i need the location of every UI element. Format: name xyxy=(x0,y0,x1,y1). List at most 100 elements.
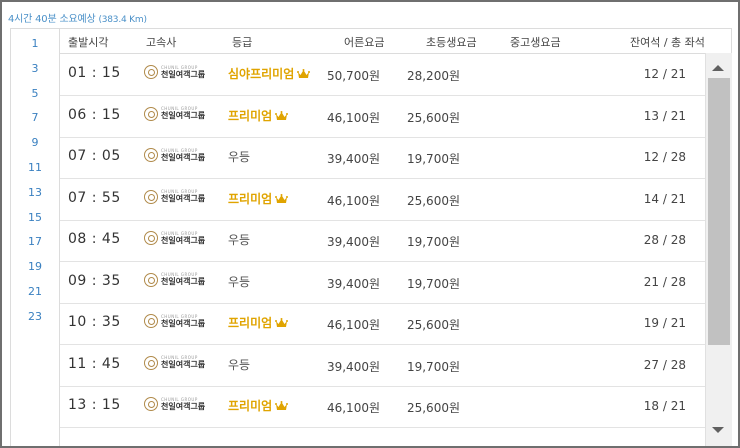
departure-time: 09 : 35 xyxy=(68,272,121,289)
table-row[interactable]: 01 : 15 CHUNIL GROUP 천일여객그룹 심야프리미엄 50,700원 28… xyxy=(60,54,706,96)
page-number-link[interactable]: 7 xyxy=(11,111,59,124)
company-logo: CHUNIL GROUP 천일여객그룹 xyxy=(144,272,206,287)
seat-availability: 19 / 21 xyxy=(643,316,686,330)
company-name-ko: 천일여객그룹 xyxy=(161,277,206,286)
table-row[interactable]: 07 : 05 CHUNIL GROUP 천일여객그룹 우등 39,400원 19,700… xyxy=(60,137,706,179)
grade-text: 심야프리미엄 xyxy=(228,67,295,81)
grade-label: 프리미엄 xyxy=(228,107,289,124)
company-logo: CHUNIL GROUP 천일여객그룹 xyxy=(144,397,205,411)
company-name-ko: 천일여객그룹 xyxy=(161,360,206,369)
seat-availability: 12 / 21 xyxy=(643,67,686,81)
child-fare: 19,700원 xyxy=(406,359,460,374)
company-seal-icon xyxy=(144,189,158,204)
company-name-ko: 천일여객그룹 xyxy=(161,152,206,162)
grade-text: 우등 xyxy=(228,150,251,164)
table-row[interactable]: 07 : 55 CHUNIL GROUP 천일여객그룹 프리미엄 46,100원 25,6… xyxy=(60,179,706,221)
table-row[interactable]: 06 : 15 CHUNIL GROUP 천일여객그룹 프리미엄 46,100원 25,6… xyxy=(60,96,706,138)
company-logo: CHUNIL GROUP 천일여객그룹 xyxy=(144,148,205,162)
departure-time: 06 : 15 xyxy=(68,106,121,123)
table-row[interactable]: 08 : 45 CHUNIL GROUP 천일여객그룹 우등 39,400원 19,700… xyxy=(60,220,706,262)
company-logo: CHUNIL GROUP 천일여객그룹 xyxy=(144,355,206,370)
company-seal-icon xyxy=(144,65,158,79)
schedule-panel: 1 3 5 7 9 11 13 15 17 19 21 23 출발시각 고속사 등급 어른요금 초등생… xyxy=(10,28,732,447)
company-name-ko: 천일여객그룹 xyxy=(161,318,206,328)
child-fare: 19,700원 xyxy=(406,276,460,291)
company-name-ko: 천일여객그룹 xyxy=(161,194,206,203)
company-name-en: CHUNIL GROUP xyxy=(161,313,198,319)
company-logo: CHUNIL GROUP 천일여객그룹 xyxy=(144,189,206,204)
table-header: 출발시각 고속사 등급 어른요금 초등생요금 중고생요금 잔여석 / 총 좌석 xyxy=(60,29,706,54)
grade-text: 프리미엄 xyxy=(228,399,273,413)
scroll-up-icon[interactable] xyxy=(712,65,724,71)
header-departure: 출발시각 xyxy=(68,36,109,49)
page-number-link[interactable]: 19 xyxy=(11,260,59,273)
adult-fare: 46,100원 xyxy=(326,401,380,415)
page-number-link[interactable]: 15 xyxy=(11,211,59,224)
grade-text: 프리미엄 xyxy=(228,108,273,123)
company-seal-icon xyxy=(144,314,158,328)
child-fare: 19,700원 xyxy=(406,235,460,249)
child-fare: 28,200원 xyxy=(406,69,460,83)
table-row[interactable]: 11 : 45 CHUNIL GROUP 천일여객그룹 우등 39,400원 19,700… xyxy=(60,345,706,387)
grade-text: 우등 xyxy=(228,357,251,372)
company-name-ko: 천일여객그룹 xyxy=(161,235,206,245)
seat-availability: 21 / 28 xyxy=(643,274,686,289)
page-number-link[interactable]: 1 xyxy=(11,37,59,50)
page-number-link[interactable]: 3 xyxy=(11,62,59,75)
adult-fare: 46,100원 xyxy=(326,193,380,208)
grade-label: 우등 xyxy=(228,273,250,290)
table-row[interactable]: 10 : 35 CHUNIL GROUP 천일여객그룹 프리미엄 46,100원 25,6… xyxy=(60,303,706,345)
child-fare: 25,600원 xyxy=(406,110,460,125)
table-row[interactable]: 13 : 15 CHUNIL GROUP 천일여객그룹 프리미엄 46,100원 25,6… xyxy=(60,386,706,428)
page-number-link[interactable]: 5 xyxy=(11,87,59,100)
page-number-list: 1 3 5 7 9 11 13 15 17 19 21 23 xyxy=(11,29,59,446)
seat-availability: 12 / 28 xyxy=(643,150,686,164)
seat-availability: 14 / 21 xyxy=(643,191,686,206)
crown-icon xyxy=(275,193,289,207)
page-number-link[interactable]: 9 xyxy=(11,136,59,149)
crown-icon xyxy=(297,68,311,82)
child-fare: 25,600원 xyxy=(406,401,460,415)
company-seal-icon xyxy=(144,148,158,162)
duration-text: 4시간 40분 소요예상 xyxy=(8,14,96,25)
vertical-scrollbar[interactable] xyxy=(705,53,732,446)
departure-time: 10 : 35 xyxy=(68,314,121,330)
child-fare: 19,700원 xyxy=(406,152,460,166)
bus-schedule-window: 4시간 40분 소요예상 (383.4 Km) 1 3 5 7 9 11 13 15 17 19 2… xyxy=(0,0,740,448)
grade-label: 프리미엄 xyxy=(228,190,289,207)
scroll-down-icon[interactable] xyxy=(712,427,724,433)
seat-availability: 13 / 21 xyxy=(643,108,686,123)
company-name-ko: 천일여객그룹 xyxy=(161,111,206,120)
seat-availability: 18 / 21 xyxy=(643,399,686,413)
grade-text: 프리미엄 xyxy=(228,191,273,206)
crown-icon xyxy=(275,317,289,331)
crown-icon xyxy=(275,400,289,414)
grade-label: 프리미엄 xyxy=(228,314,289,331)
grade-text: 우등 xyxy=(228,233,251,247)
grade-label: 우등 xyxy=(228,148,250,165)
company-seal-icon xyxy=(144,397,158,411)
page-number-link[interactable]: 17 xyxy=(11,235,59,248)
company-logo: CHUNIL GROUP 천일여객그룹 xyxy=(144,65,205,79)
page-number-link[interactable]: 21 xyxy=(11,285,59,298)
page-number-link[interactable]: 23 xyxy=(11,310,59,323)
header-child-fare: 초등생요금 xyxy=(426,36,477,49)
grade-label: 우등 xyxy=(228,356,250,373)
trip-summary: 4시간 40분 소요예상 (383.4 Km) xyxy=(8,10,147,25)
departure-time: 07 : 55 xyxy=(68,189,121,206)
page-number-link[interactable]: 13 xyxy=(11,186,59,199)
table-row[interactable]: 09 : 35 CHUNIL GROUP 천일여객그룹 우등 39,400원 19,700… xyxy=(60,262,706,304)
adult-fare: 46,100원 xyxy=(326,318,380,332)
adult-fare: 39,400원 xyxy=(326,276,380,291)
table-row[interactable] xyxy=(60,428,706,447)
scroll-thumb[interactable] xyxy=(708,78,730,345)
crown-icon xyxy=(275,110,289,124)
child-fare: 25,600원 xyxy=(406,193,460,208)
header-seats: 잔여석 / 총 좌석 xyxy=(630,36,705,49)
grade-label: 우등 xyxy=(228,231,250,248)
seat-availability: 28 / 28 xyxy=(643,233,686,247)
company-name-ko: 천일여객그룹 xyxy=(161,69,206,79)
page-number-link[interactable]: 11 xyxy=(11,161,59,174)
company-seal-icon xyxy=(144,106,158,121)
header-grade: 등급 xyxy=(232,36,253,49)
